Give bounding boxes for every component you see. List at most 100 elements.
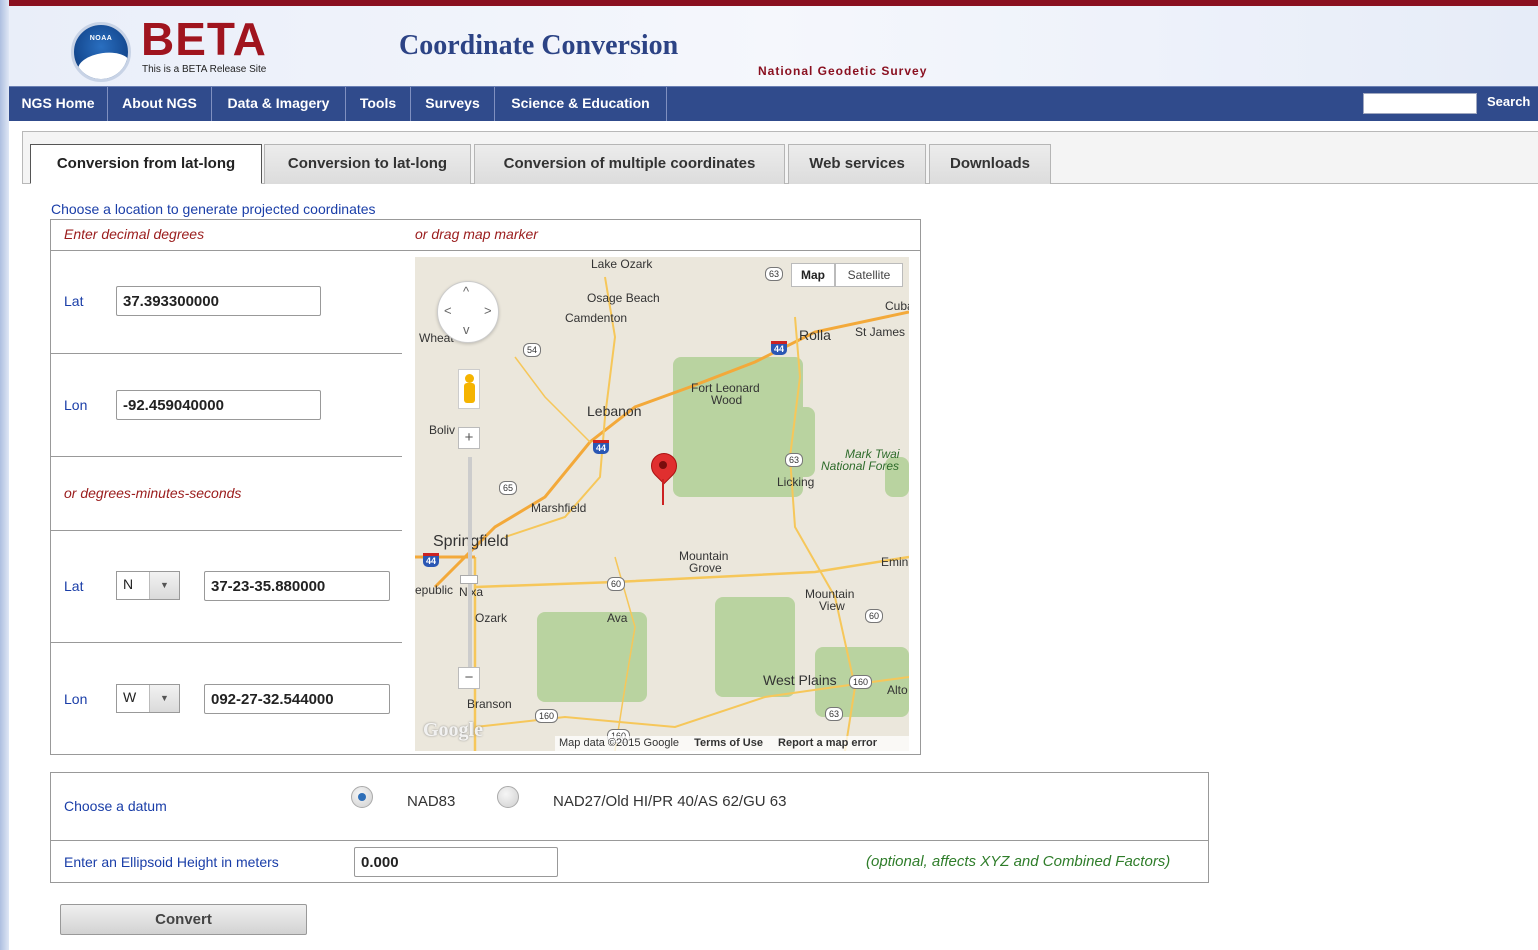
map-place-label: Cuba [885,299,909,313]
map-place-label: Osage Beach [587,291,660,305]
zoom-out-button[interactable]: − [458,667,480,689]
dms-heading: or degrees-minutes-seconds [64,485,242,501]
map-place-label: Boliv [429,423,456,437]
datum-nad27-radio[interactable] [497,786,519,808]
search-input[interactable] [1363,93,1477,114]
highway-shield: 60 [865,609,884,623]
ellipsoid-note: (optional, affects XYZ and Combined Fact… [866,853,1171,870]
map-place-label: Ozark [475,611,508,625]
terms-of-use-link[interactable]: Terms of Use [694,737,763,749]
google-logo[interactable]: Google [423,719,483,742]
beta-logo: BETA [141,13,267,65]
map-marker-dot [659,461,667,469]
divider [51,456,402,457]
map-place-label: epublic [415,583,454,597]
page-title: Coordinate Conversion [399,30,679,61]
lat-hemisphere-select[interactable]: N ▼ [116,571,180,600]
chevron-down-icon[interactable]: ▼ [149,685,179,712]
map-place-label: Emin [881,555,909,569]
map-place-label: Licking [777,475,815,489]
lon-dms-input[interactable] [204,684,390,714]
location-panel: Enter decimal degrees or drag map marker… [50,219,921,755]
lon-decimal-label: Lon [64,397,88,413]
divider [51,642,402,643]
divider [51,840,1208,841]
decimal-degrees-heading: Enter decimal degrees [64,226,205,242]
drag-marker-heading: or drag map marker [415,226,538,242]
map-type-map-button[interactable]: Map [791,263,835,287]
highway-shield: 65 [499,481,518,495]
interstate-shield: 44 [593,440,610,454]
nav-data-imagery[interactable]: Data & Imagery [212,87,346,121]
lat-decimal-label: Lat [64,293,84,309]
nav-about-ngs[interactable]: About NGS [108,87,212,121]
datum-label: Choose a datum [64,798,167,814]
highway-shield: 63 [765,267,784,281]
datum-nad83-radio[interactable] [351,786,373,808]
location-map[interactable]: Lake Ozark Osage Beach Camdenton Cuba Ro… [415,257,909,751]
tab-conversion-to-lat-long[interactable]: Conversion to lat-long [264,144,471,184]
datum-nad83-label: NAD83 [407,793,456,810]
map-place-label: West Plains [763,672,837,688]
zoom-slider-track[interactable] [468,457,472,677]
map-place-label: Branson [467,697,512,711]
tab-downloads[interactable]: Downloads [929,144,1051,184]
lat-hemisphere-value: N [123,576,134,592]
lat-dms-label: Lat [64,578,84,594]
pan-right-icon[interactable]: > [484,303,492,318]
map-marker-tail [662,479,664,505]
divider [51,530,402,531]
street-view-pegman-icon[interactable] [458,369,480,409]
tab-web-services[interactable]: Web services [788,144,926,184]
pan-left-icon[interactable]: < [444,303,452,318]
lon-hemisphere-select[interactable]: W ▼ [116,684,180,713]
zoom-in-button[interactable]: + [458,427,480,449]
tab-multiple-coordinates[interactable]: Conversion of multiple coordinates [474,144,785,184]
pan-down-icon[interactable]: v [463,322,470,337]
tab-conversion-from-lat-long[interactable]: Conversion from lat-long [30,144,262,184]
interstate-shield: 44 [423,553,440,567]
map-place-label: Grove [689,561,722,575]
nav-science-education[interactable]: Science & Education [495,87,667,121]
choose-location-heading: Choose a location to generate projected … [51,201,376,217]
convert-button[interactable]: Convert [60,904,307,935]
pan-up-icon[interactable]: ^ [463,284,469,299]
divider [51,353,402,354]
map-data-credit: Map data ©2015 Google [559,737,680,749]
nav-ngs-home[interactable]: NGS Home [9,87,108,121]
report-map-error-link[interactable]: Report a map error [778,737,877,749]
left-strip [0,0,9,950]
org-name: National Geodetic Survey [758,64,928,78]
map-place-label: Marshfield [531,501,587,515]
lat-decimal-input[interactable] [116,286,321,316]
map-place-label: Lake Ozark [591,257,653,271]
lon-decimal-input[interactable] [116,390,321,420]
highway-shield: 63 [785,453,804,467]
chevron-down-icon[interactable]: ▼ [149,572,179,599]
datum-panel: Choose a datum NAD83 NAD27/Old HI/PR 40/… [50,772,1209,883]
map-place-label: Alto [887,683,908,697]
highway-shield: 160 [535,709,559,723]
pan-control[interactable]: ^ < > v [437,281,499,343]
location-panel-header: Enter decimal degrees or drag map marker [51,220,920,251]
nav-tools[interactable]: Tools [346,87,411,121]
map-place-label: Rolla [799,327,831,343]
map-attribution: Map data ©2015 Google Terms of Use Repor… [555,736,909,751]
search-button[interactable]: Search [1487,94,1530,109]
map-place-label: Lebanon [587,403,642,419]
map-type-satellite-button[interactable]: Satellite [835,263,903,287]
lon-hemisphere-value: W [123,689,137,705]
highway-shield: 60 [607,577,626,591]
map-place-label: Camdenton [565,311,628,325]
highway-shield: 54 [523,343,542,357]
map-place-label: Wood [711,393,743,407]
site-header: NOAA BETA This is a BETA Release Site Co… [9,0,1538,86]
noaa-logo[interactable]: NOAA [71,22,131,82]
main-nav: NGS Home About NGS Data & Imagery Tools … [9,86,1538,121]
datum-nad27-label: NAD27/Old HI/PR 40/AS 62/GU 63 [553,793,787,810]
ellipsoid-height-input[interactable] [354,847,558,877]
nav-surveys[interactable]: Surveys [411,87,495,121]
lat-dms-input[interactable] [204,571,390,601]
beta-subtitle: This is a BETA Release Site [142,64,267,75]
zoom-slider-thumb[interactable] [460,575,478,584]
